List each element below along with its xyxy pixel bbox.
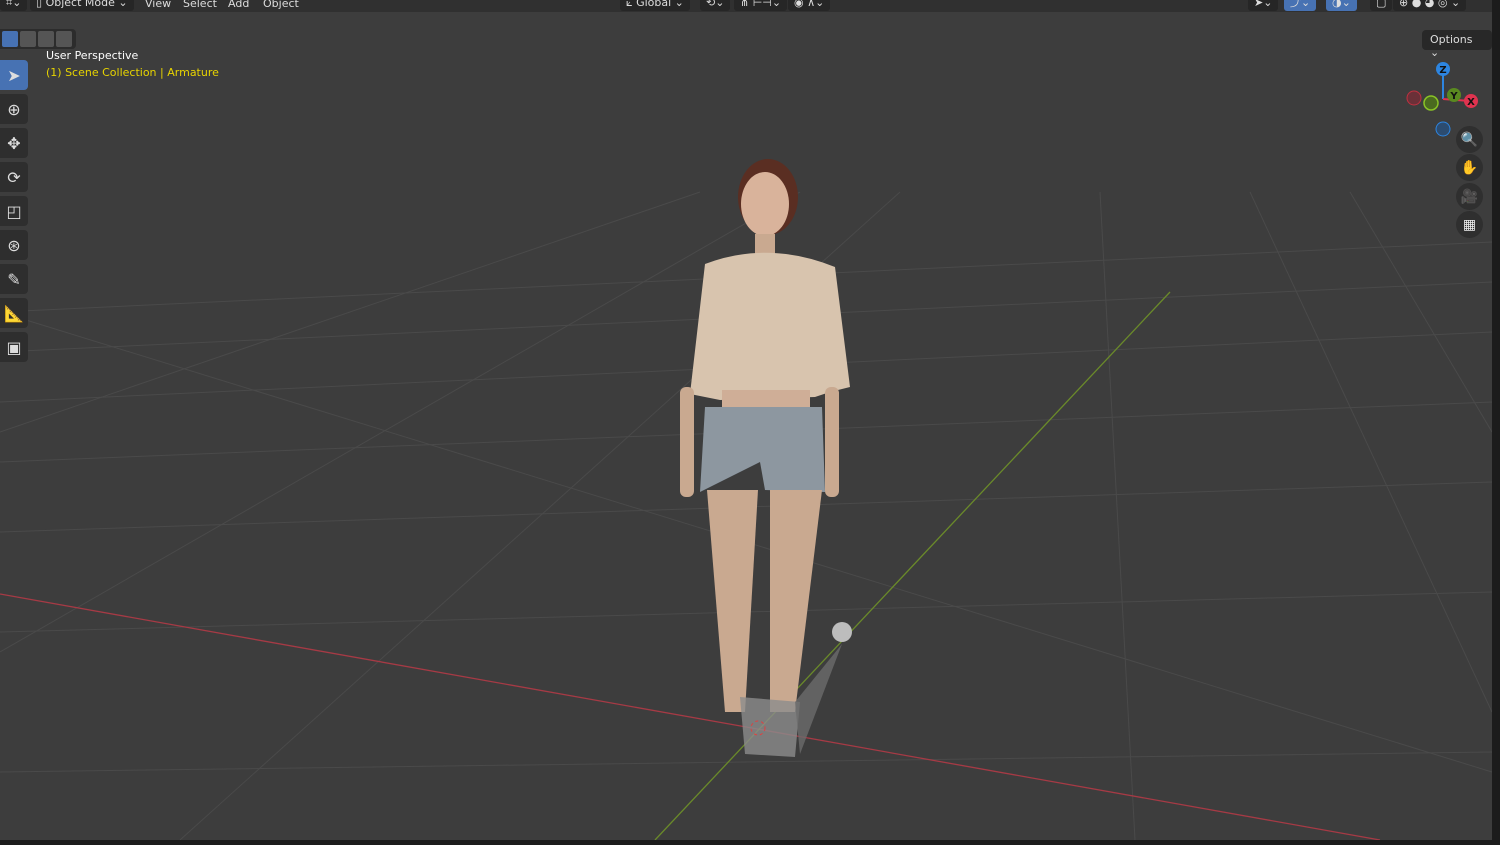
object-name: Armature — [167, 66, 219, 79]
tool-shelf: ➤ ⊕ ✥ ⟳ ◰ ⊛ ✎ 📐 ▣ — [0, 60, 29, 366]
menu-select[interactable]: Select — [183, 0, 217, 10]
gizmo-x-label: X — [1467, 97, 1475, 108]
mode-label: Object Mode — [45, 0, 115, 9]
orientation-label: Global — [636, 0, 672, 9]
add-cube-tool-icon[interactable]: ▣ — [0, 332, 28, 362]
camera-icon[interactable]: 🎥 — [1456, 183, 1483, 210]
collection-name: (1) Scene Collection — [46, 66, 157, 79]
character-model — [680, 159, 852, 757]
editor-type-button[interactable]: ⌗⌄ — [0, 0, 28, 11]
mode-dropdown[interactable]: ▯ Object Mode ⌄ — [30, 0, 134, 11]
navigation-gizmo[interactable]: Z Y X — [1400, 57, 1480, 137]
active-object-info: (1) Scene Collection | Armature — [46, 66, 219, 79]
gizmo-toggle[interactable]: ⤴⌄ — [1284, 0, 1317, 11]
annotate-tool-icon[interactable]: ✎ — [0, 264, 28, 294]
viewport-header: ⌗⌄ ▯ Object Mode ⌄ View Select Add Objec… — [0, 0, 1500, 12]
menu-view[interactable]: View — [145, 0, 171, 10]
gizmo-y-label: Y — [1449, 91, 1458, 102]
3d-viewport[interactable]: ➤ ⊕ ✥ ⟳ ◰ ⊛ ✎ 📐 ▣ User Perspective (1) S… — [0, 12, 1492, 840]
move-tool-icon[interactable]: ✥ — [0, 128, 28, 158]
snap-toggle[interactable]: ⋔ ⊢⊣⌄ — [734, 0, 788, 11]
select-mode-buttons[interactable] — [0, 29, 76, 49]
shading-modes[interactable]: ⊕ ● ◕ ◎ ⌄ — [1393, 0, 1467, 11]
view-name: User Perspective — [46, 49, 139, 62]
zoom-icon[interactable]: 🔍 — [1456, 126, 1483, 153]
rotate-tool-icon[interactable]: ⟳ — [0, 162, 28, 192]
visibility-dropdown[interactable]: ➤⌄ — [1248, 0, 1279, 11]
window-border — [1492, 0, 1500, 845]
overlays-toggle[interactable]: ◑⌄ — [1326, 0, 1357, 11]
menu-object[interactable]: Object — [263, 0, 299, 10]
gizmo-z-label: Z — [1439, 65, 1446, 76]
select-box-tool-icon[interactable]: ➤ — [0, 60, 28, 90]
cursor-tool-icon[interactable]: ⊕ — [0, 94, 28, 124]
ortho-grid-icon[interactable]: ▦ — [1456, 211, 1483, 238]
viewport-grid — [0, 159, 1492, 840]
menu-add[interactable]: Add — [228, 0, 249, 10]
proportional-edit-toggle[interactable]: ◉ ∧⌄ — [788, 0, 831, 11]
scale-tool-icon[interactable]: ◰ — [0, 196, 28, 226]
pivot-dropdown[interactable]: ⟲⌄ — [700, 0, 731, 11]
window-border-bottom — [0, 840, 1500, 845]
pan-hand-icon[interactable]: ✋ — [1456, 154, 1483, 181]
options-label: Options — [1430, 33, 1473, 46]
separator: | — [160, 66, 164, 79]
options-dropdown[interactable]: Options ⌄ — [1422, 30, 1492, 59]
measure-tool-icon[interactable]: 📐 — [0, 298, 28, 328]
transform-orientation-dropdown[interactable]: ⟀ Global ⌄ — [620, 0, 690, 11]
xray-toggle[interactable]: ▢ — [1370, 0, 1393, 11]
transform-tool-icon[interactable]: ⊛ — [0, 230, 28, 260]
